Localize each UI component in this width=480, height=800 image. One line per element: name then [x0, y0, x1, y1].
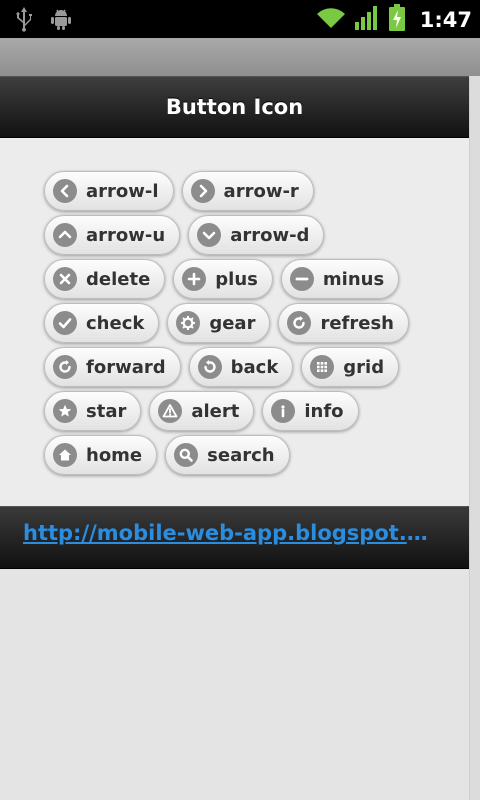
button-label: refresh	[320, 312, 394, 334]
arrow-u-button[interactable]: arrow-u	[44, 215, 181, 255]
forward-button[interactable]: forward	[44, 347, 181, 387]
grid-button[interactable]: grid	[301, 347, 400, 387]
page-title: Button Icon	[165, 95, 304, 119]
blog-link[interactable]: http://mobile-web-app.blogspot.com/	[23, 521, 437, 545]
gear-button[interactable]: gear	[167, 303, 271, 343]
button-label: star	[86, 400, 127, 422]
page-header: Button Icon	[0, 76, 469, 138]
arrow-d-button[interactable]: arrow-d	[188, 215, 325, 255]
status-bar: 1:47	[0, 0, 480, 38]
star-icon	[53, 399, 77, 423]
button-label: arrow-u	[86, 224, 166, 246]
battery-charging-icon	[388, 4, 406, 36]
minus-icon	[289, 267, 314, 291]
arrow-l-button[interactable]: arrow-l	[44, 171, 174, 211]
arrow-r-icon	[190, 179, 215, 203]
button-label: grid	[343, 356, 385, 378]
clock-time: 1:47	[419, 8, 472, 32]
button-label: search	[207, 444, 275, 466]
check-button[interactable]: check	[44, 303, 160, 343]
refresh-icon	[287, 311, 312, 335]
button-label: back	[230, 356, 279, 378]
button-group: arrow-l arrow-r arrow-u arrow-d delete plus mi…	[44, 171, 444, 479]
button-label: arrow-l	[86, 180, 159, 202]
star-button[interactable]: star	[44, 391, 142, 431]
button-label: plus	[215, 268, 258, 290]
info-button[interactable]: info	[262, 391, 359, 431]
button-label: forward	[86, 356, 166, 378]
button-label: arrow-r	[223, 180, 299, 202]
button-label: gear	[209, 312, 256, 334]
content-area: arrow-l arrow-r arrow-u arrow-d delete plus mi…	[0, 138, 469, 506]
signal-icon	[354, 5, 380, 35]
button-label: arrow-d	[230, 224, 310, 246]
alert-button[interactable]: alert	[149, 391, 255, 431]
arrow-r-button[interactable]: arrow-r	[181, 171, 314, 211]
back-button[interactable]: back	[188, 347, 294, 387]
window-title-strip	[0, 38, 480, 76]
forward-icon	[53, 355, 77, 379]
page-footer: http://mobile-web-app.blogspot.com/	[0, 506, 469, 569]
arrow-l-icon	[53, 179, 77, 203]
search-icon	[174, 443, 199, 467]
button-label: check	[86, 312, 145, 334]
button-label: info	[304, 400, 344, 422]
gear-icon	[176, 311, 201, 335]
delete-button[interactable]: delete	[44, 259, 166, 299]
home-button[interactable]: home	[44, 435, 158, 475]
minus-button[interactable]: minus	[280, 259, 400, 299]
check-icon	[53, 311, 77, 335]
home-icon	[53, 443, 77, 467]
info-icon	[271, 399, 296, 423]
back-icon	[197, 355, 222, 379]
button-label: home	[86, 444, 143, 466]
arrow-d-icon	[197, 223, 222, 247]
arrow-u-icon	[53, 223, 77, 247]
delete-icon	[53, 267, 77, 291]
plus-icon	[182, 267, 207, 291]
alert-icon	[158, 399, 183, 423]
button-label: alert	[191, 400, 240, 422]
plus-button[interactable]: plus	[173, 259, 273, 299]
page: Button Icon arrow-l arrow-r arrow-u arrow-d…	[0, 76, 470, 800]
button-label: delete	[86, 268, 151, 290]
android-debug-icon	[50, 7, 72, 35]
usb-icon	[14, 6, 34, 36]
refresh-button[interactable]: refresh	[278, 303, 409, 343]
grid-icon	[310, 355, 335, 379]
wifi-icon	[316, 6, 346, 34]
search-button[interactable]: search	[165, 435, 290, 475]
button-label: minus	[322, 268, 385, 290]
